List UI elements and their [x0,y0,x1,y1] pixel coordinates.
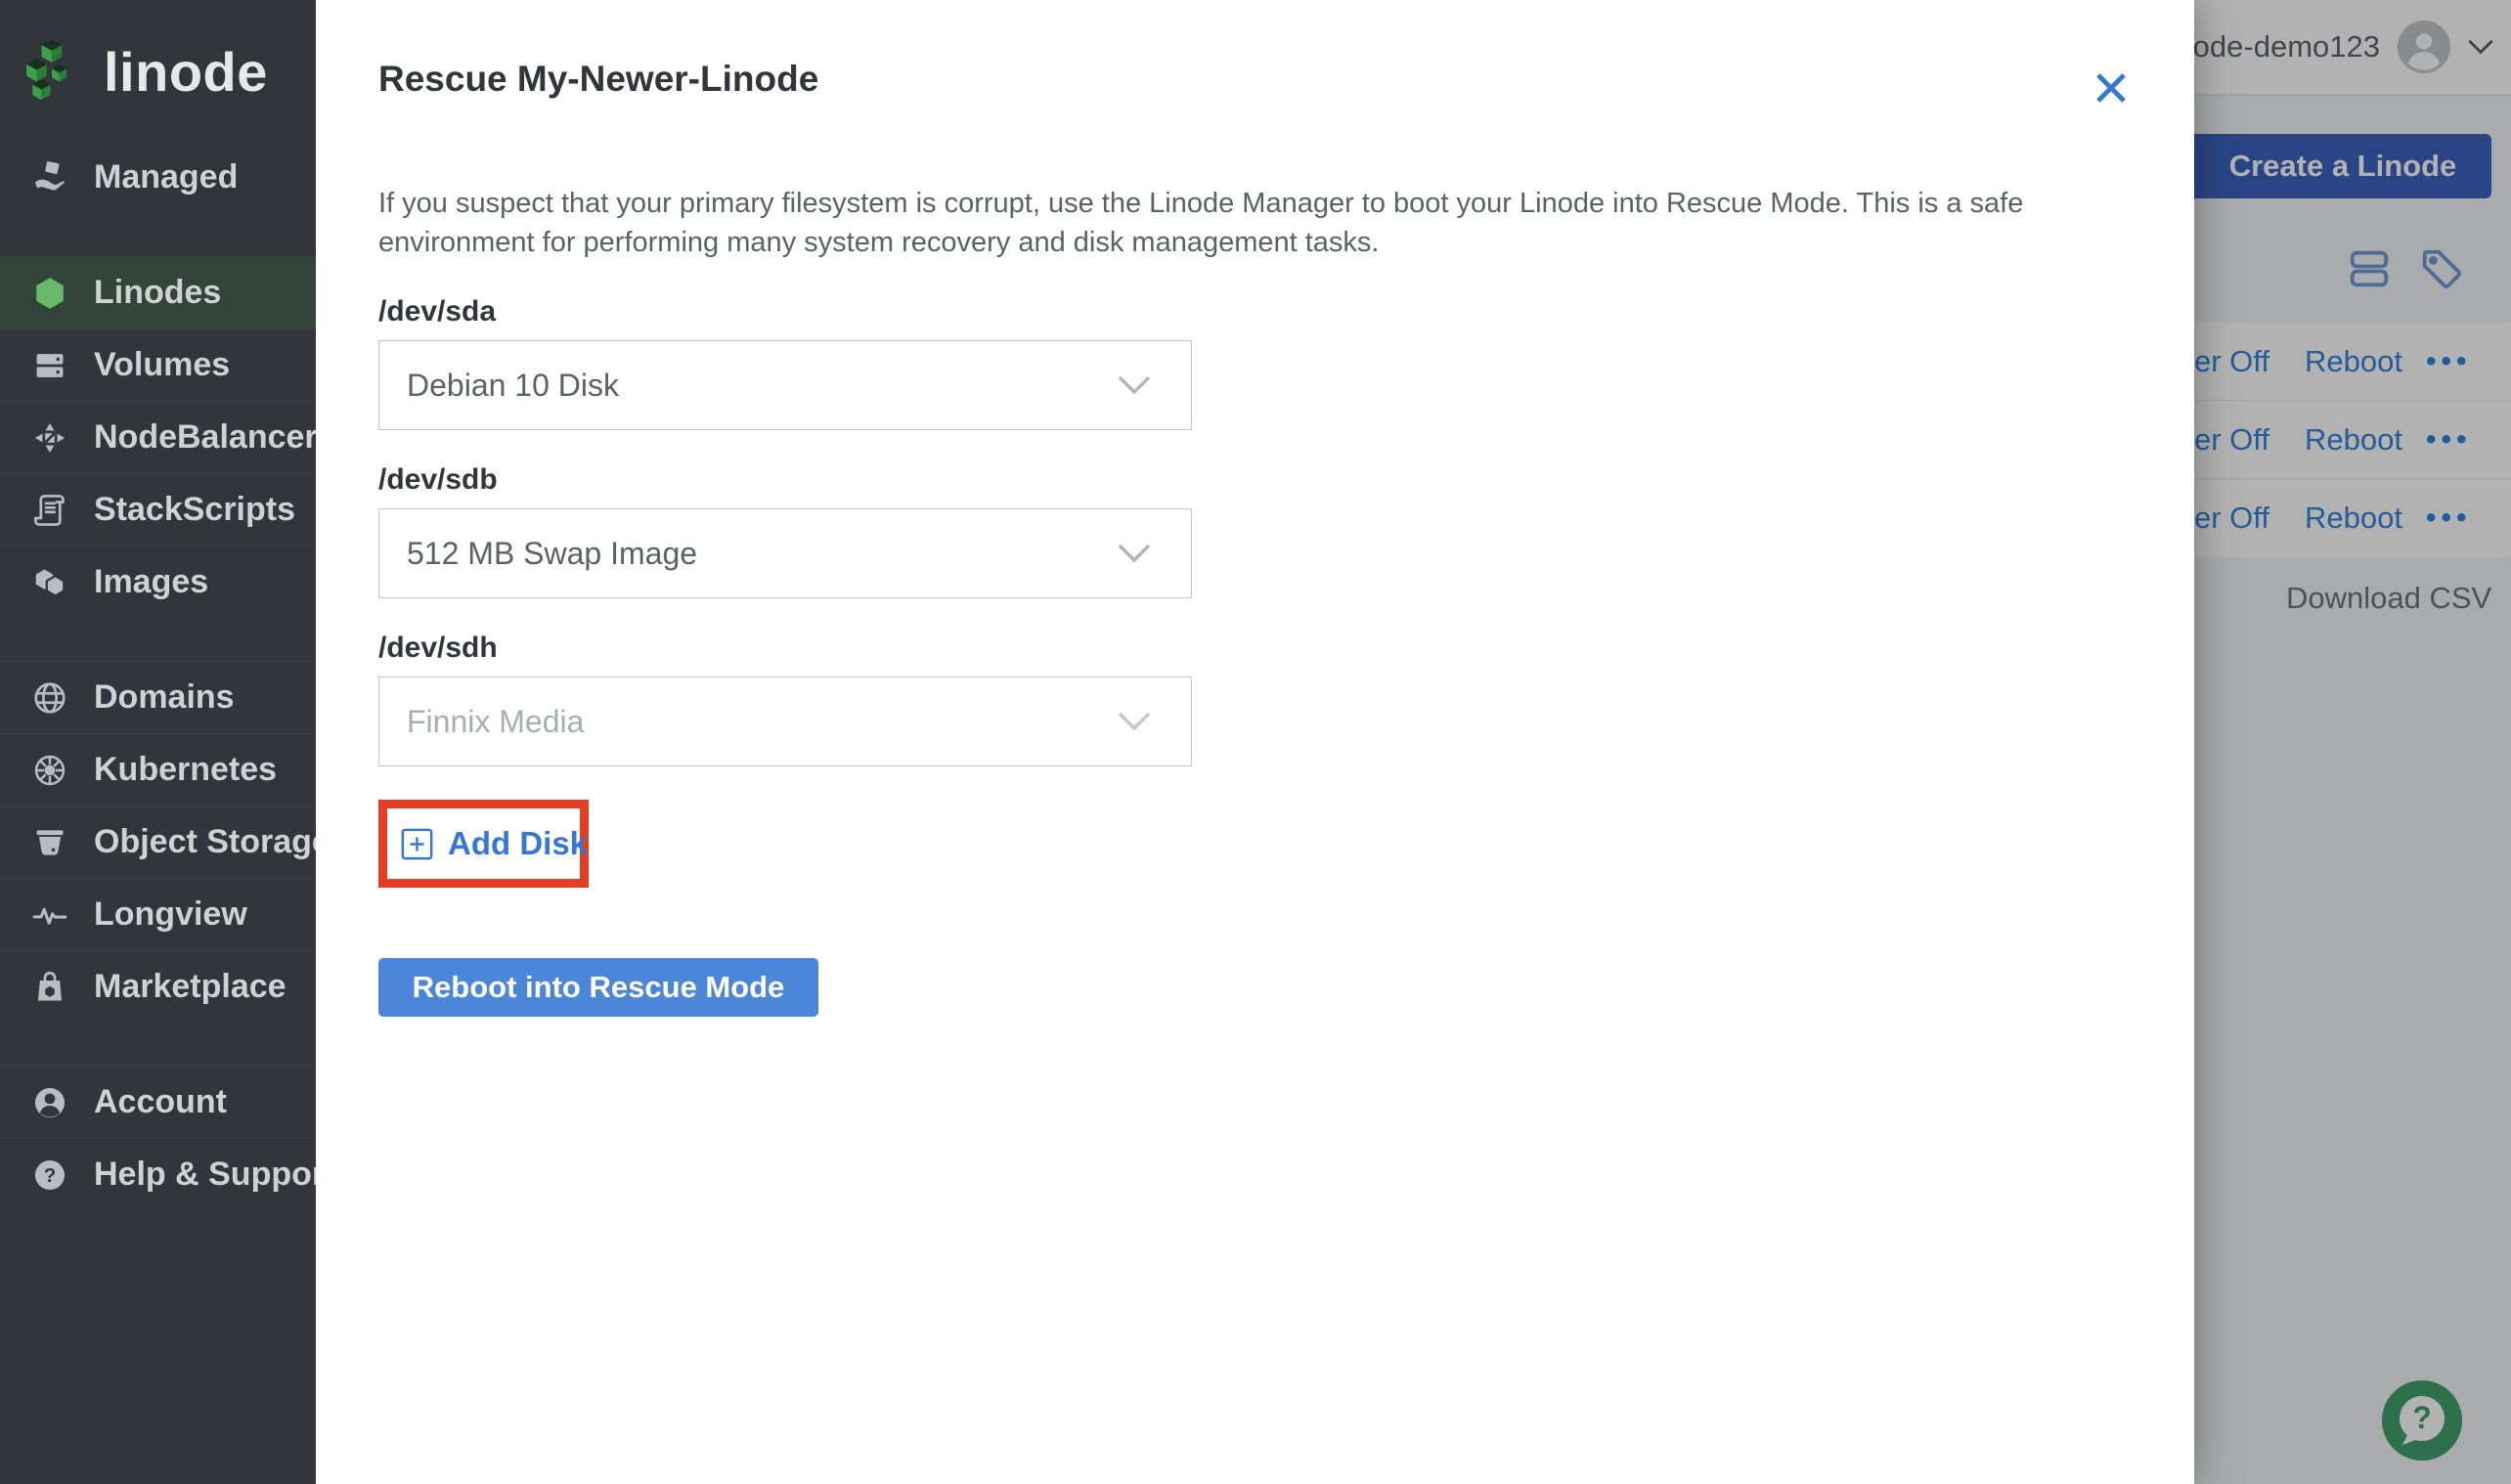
sidebar-item-label: Help & Support [94,1156,316,1193]
sidebar-item-account[interactable]: Account [0,1066,316,1138]
node-cluster-icon [29,419,70,457]
globe-icon [29,679,70,717]
sidebar-item-managed[interactable]: Managed [0,141,316,213]
field-dev-sdb: /dev/sdb 512 MB Swap Image [378,463,2194,598]
question-circle-icon: ? [29,1157,70,1194]
modal-title: Rescue My-Newer-Linode [378,59,819,99]
add-disk-label: Add Disk [448,825,589,861]
sidebar-item-longview[interactable]: Longview [0,878,316,950]
rescue-modal: Rescue My-Newer-Linode If you suspect th… [316,0,2194,1484]
sidebar-item-label: Domains [94,678,235,716]
chevron-down-icon [1117,711,1152,732]
bucket-icon [29,824,70,861]
sidebar-item-linodes[interactable]: Linodes [0,256,316,328]
sidebar-item-kubernetes[interactable]: Kubernetes [0,733,316,806]
sidebar-item-domains[interactable]: Domains [0,661,316,733]
field-dev-sdh: /dev/sdh Finnix Media [378,632,2194,766]
sidebar-item-label: Volumes [94,346,231,383]
selected-value: Finnix Media [407,703,585,739]
dev-sdh-select[interactable]: Finnix Media [378,677,1192,766]
sidebar-item-stackscripts[interactable]: StackScripts [0,473,316,546]
field-label: /dev/sdb [378,463,498,496]
server-stack-icon [29,347,70,384]
ship-wheel-icon [29,752,70,789]
logo-text: linode [104,40,268,103]
scroll-icon [29,492,70,529]
hexagon-icon [29,275,70,312]
sidebar-item-label: Linodes [94,274,222,311]
sidebar-item-label: Images [94,563,209,600]
shopping-bag-icon [29,969,70,1006]
selected-value: Debian 10 Disk [407,367,619,403]
sidebar-item-label: Kubernetes [94,751,278,788]
linode-cubes-icon [26,39,67,101]
sidebar: linode Managed Linodes Volumes NodeBalan… [0,0,316,1484]
sidebar-item-images[interactable]: Images [0,546,316,618]
svg-text:?: ? [44,1163,57,1186]
linode-logo[interactable]: linode [0,0,316,119]
chevron-down-icon [1117,543,1152,564]
field-dev-sda: /dev/sda Debian 10 Disk [378,295,2194,430]
selected-value: 512 MB Swap Image [407,535,698,571]
sidebar-item-label: StackScripts [94,491,295,528]
double-hexagon-icon [29,564,70,601]
sidebar-item-label: Longview [94,895,247,933]
sidebar-item-label: Marketplace [94,968,286,1005]
hand-holding-box-icon [29,158,70,196]
sidebar-item-marketplace[interactable]: Marketplace [0,950,316,1023]
close-button[interactable] [2091,65,2137,111]
modal-description: If you suspect that your primary filesys… [378,188,2024,258]
pulse-icon [29,896,70,934]
person-circle-icon [29,1084,70,1121]
add-disk-button[interactable]: Add Disk [387,808,588,879]
sidebar-item-label: Managed [94,157,239,196]
sidebar-item-nodebalancers[interactable]: NodeBalancers [0,401,316,473]
dev-sda-select[interactable]: Debian 10 Disk [378,340,1192,430]
field-label: /dev/sda [378,295,497,327]
close-icon [2096,73,2126,103]
sidebar-item-label: Object Storage [94,823,316,860]
field-label: /dev/sdh [378,632,498,664]
dev-sdb-select[interactable]: 512 MB Swap Image [378,508,1192,598]
red-highlight-annotation: Add Disk [378,800,589,888]
reboot-into-rescue-mode-button[interactable]: Reboot into Rescue Mode [378,958,818,1017]
sidebar-item-volumes[interactable]: Volumes [0,328,316,401]
sidebar-item-help-support[interactable]: ? Help & Support [0,1138,316,1210]
sidebar-item-object-storage[interactable]: Object Storage [0,806,316,878]
plus-square-icon [401,828,433,859]
chevron-down-icon [1117,374,1152,396]
sidebar-item-label: Account [94,1083,227,1120]
sidebar-item-label: NodeBalancers [94,418,316,456]
